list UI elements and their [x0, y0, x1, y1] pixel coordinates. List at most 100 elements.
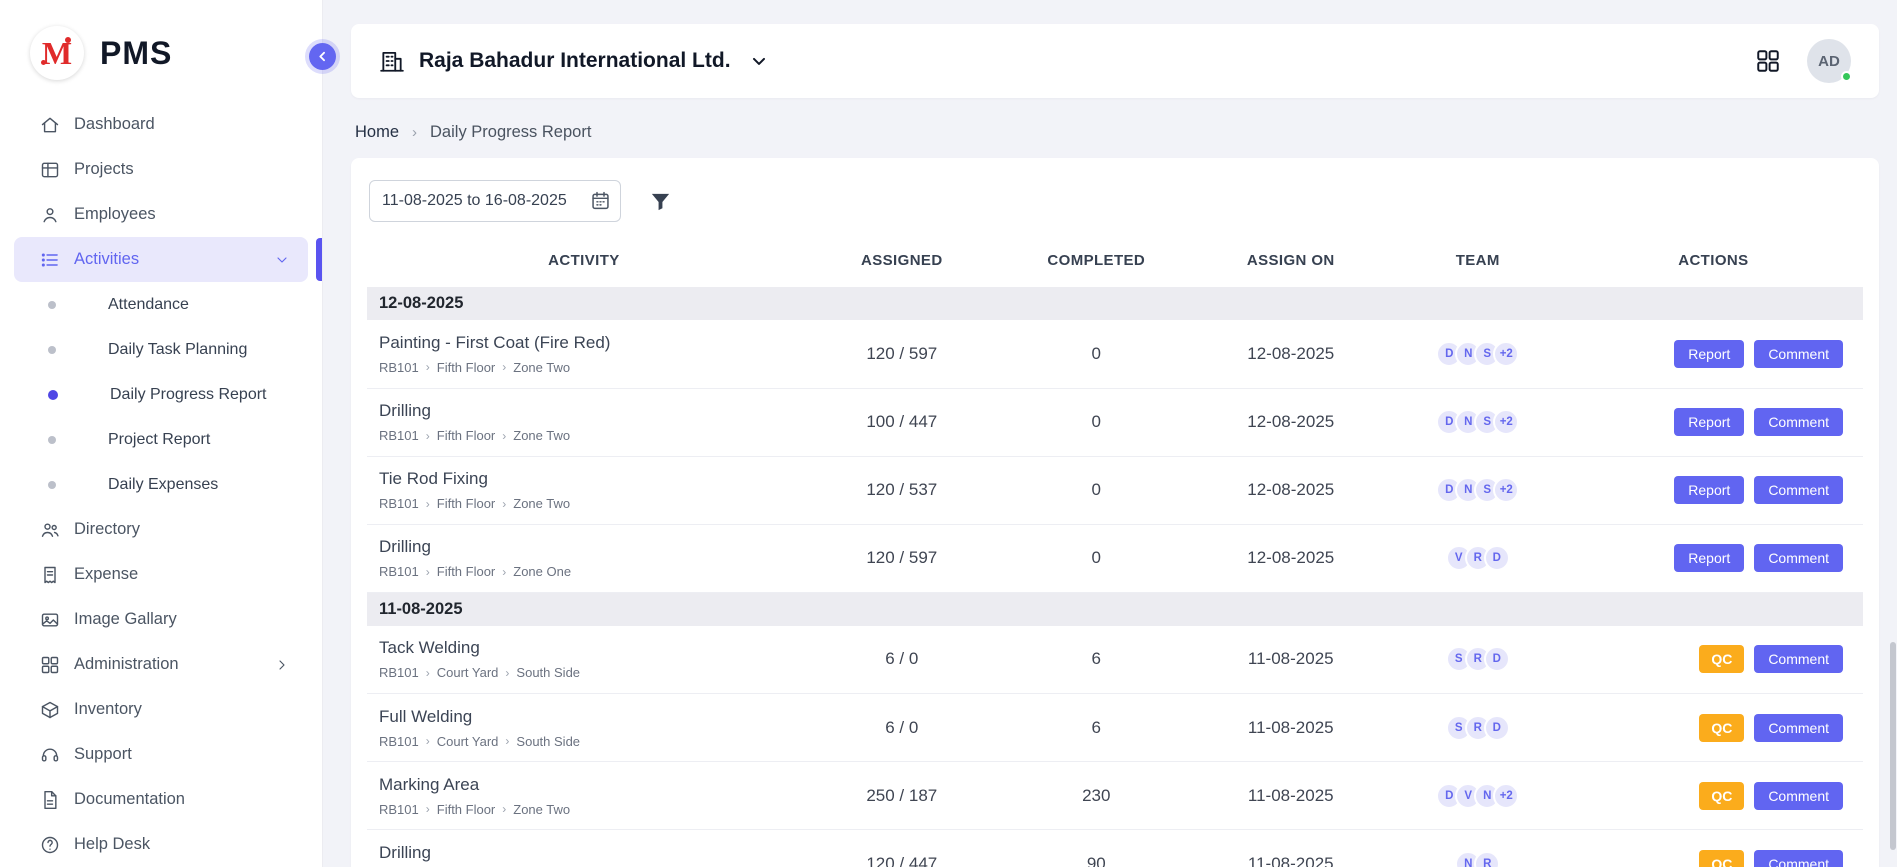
team-extra-count[interactable]: +2 [1493, 477, 1519, 503]
activity-location: RB101›Fifth Floor›Zone Two [379, 428, 793, 443]
comment-button[interactable]: Comment [1754, 408, 1843, 436]
sidebar-subitem-daily-expenses[interactable]: Daily Expenses [14, 462, 308, 507]
location-segment: Zone Two [513, 496, 570, 511]
row-actions: Report Comment [1572, 408, 1843, 436]
team-avatar[interactable]: D [1484, 715, 1510, 741]
administration-icon [40, 655, 60, 675]
team-extra-count[interactable]: +2 [1493, 409, 1519, 435]
sidebar-item-label: Support [74, 745, 132, 764]
date-group-row: 11-08-2025 [367, 592, 1863, 626]
sidebar-subitem-project-report[interactable]: Project Report [14, 417, 308, 462]
apps-grid-icon[interactable] [1755, 48, 1781, 74]
calendar-icon[interactable] [590, 190, 611, 211]
date-range-input[interactable] [369, 180, 621, 222]
comment-button[interactable]: Comment [1754, 714, 1843, 742]
team-extra-count[interactable]: +2 [1493, 341, 1519, 367]
sidebar-item-image-gallary[interactable]: Image Gallary [14, 597, 308, 642]
comment-button[interactable]: Comment [1754, 476, 1843, 504]
table-body: 12-08-2025Painting - First Coat (Fire Re… [367, 287, 1863, 867]
team-avatar[interactable]: D [1484, 545, 1510, 571]
assign-on-date: 11-08-2025 [1190, 830, 1392, 867]
sidebar-item-label: Administration [74, 655, 179, 674]
team-avatar[interactable]: D [1484, 646, 1510, 672]
progress-report-table: ACTIVITY ASSIGNED COMPLETED ASSIGN ON TE… [367, 240, 1863, 867]
dashboard-icon [40, 115, 60, 135]
sidebar-item-dashboard[interactable]: Dashboard [14, 102, 308, 147]
team-avatars: DNS+2 [1400, 409, 1556, 435]
app-logo[interactable]: M PMS [0, 0, 322, 80]
topbar: Raja Bahadur International Ltd. AD [351, 24, 1879, 98]
sidebar-item-projects[interactable]: Projects [14, 147, 308, 192]
comment-button[interactable]: Comment [1754, 544, 1843, 572]
filter-icon[interactable] [649, 190, 672, 213]
completed-value: 0 [1003, 524, 1190, 592]
topbar-right: AD [1755, 39, 1851, 83]
sidebar-subitem-daily-task-planning[interactable]: Daily Task Planning [14, 327, 308, 372]
team-avatars: DVN+2 [1400, 783, 1556, 809]
sidebar-item-label: Expense [74, 565, 138, 584]
report-button[interactable]: Report [1674, 544, 1744, 572]
comment-button[interactable]: Comment [1754, 850, 1843, 867]
user-avatar[interactable]: AD [1807, 39, 1851, 83]
sidebar-item-employees[interactable]: Employees [14, 192, 308, 237]
scrollbar-thumb[interactable] [1890, 642, 1896, 850]
comment-button[interactable]: Comment [1754, 782, 1843, 810]
date-group-row: 12-08-2025 [367, 287, 1863, 320]
row-actions: QC Comment [1572, 782, 1843, 810]
assigned-value: 100 / 447 [801, 388, 1003, 456]
sidebar-item-activities[interactable]: Activities [14, 237, 308, 282]
report-button[interactable]: Report [1674, 340, 1744, 368]
table-row: DrillingRB101›Fifth Floor›Zone Two120 / … [367, 830, 1863, 867]
comment-button[interactable]: Comment [1754, 645, 1843, 673]
location-segment: Fifth Floor [437, 564, 496, 579]
report-button[interactable]: Report [1674, 476, 1744, 504]
building-icon [379, 48, 405, 74]
location-segment: RB101 [379, 802, 419, 817]
sidebar-item-expense[interactable]: Expense [14, 552, 308, 597]
table-row: DrillingRB101›Fifth Floor›Zone Two100 / … [367, 388, 1863, 456]
chevron-right-icon: › [426, 565, 430, 579]
chevron-down-icon [749, 51, 769, 71]
sidebar-item-inventory[interactable]: Inventory [14, 687, 308, 732]
breadcrumb-home[interactable]: Home [355, 123, 399, 142]
team-extra-count[interactable]: +2 [1493, 783, 1519, 809]
completed-value: 0 [1003, 456, 1190, 524]
sidebar-subitem-attendance[interactable]: Attendance [14, 282, 308, 327]
assigned-value: 6 / 0 [801, 694, 1003, 762]
qc-button[interactable]: QC [1699, 850, 1744, 867]
company-selector[interactable]: Raja Bahadur International Ltd. [379, 48, 769, 74]
sidebar-item-support[interactable]: Support [14, 732, 308, 777]
qc-button[interactable]: QC [1699, 645, 1744, 673]
sidebar-item-administration[interactable]: Administration [14, 642, 308, 687]
activity-name: Drilling [379, 843, 793, 863]
sidebar-item-label: Documentation [74, 790, 185, 809]
row-actions: QC Comment [1572, 645, 1843, 673]
sidebar-item-documentation[interactable]: Documentation [14, 777, 308, 822]
sidebar-item-label: Inventory [74, 700, 142, 719]
scrollbar[interactable] [1889, 0, 1897, 867]
assign-on-date: 12-08-2025 [1190, 456, 1392, 524]
completed-value: 6 [1003, 626, 1190, 694]
bullet-icon [48, 481, 56, 489]
activity-name: Tack Welding [379, 638, 793, 658]
comment-button[interactable]: Comment [1754, 340, 1843, 368]
activity-name: Tie Rod Fixing [379, 469, 793, 489]
location-segment: Zone Two [513, 802, 570, 817]
assign-on-date: 12-08-2025 [1190, 524, 1392, 592]
sidebar-subitem-daily-progress-report[interactable]: Daily Progress Report [14, 372, 308, 417]
sidebar-item-directory[interactable]: Directory [14, 507, 308, 552]
team-avatar[interactable]: R [1474, 851, 1500, 867]
sidebar-item-label: Activities [74, 250, 139, 269]
qc-button[interactable]: QC [1699, 714, 1744, 742]
location-segment: South Side [516, 734, 580, 749]
qc-button[interactable]: QC [1699, 782, 1744, 810]
chevron-right-icon [274, 657, 290, 673]
table-row: Tack WeldingRB101›Court Yard›South Side6… [367, 626, 1863, 694]
assign-on-date: 11-08-2025 [1190, 694, 1392, 762]
col-team: TEAM [1392, 240, 1564, 287]
sidebar-item-help-desk[interactable]: Help Desk [14, 822, 308, 867]
assign-on-date: 11-08-2025 [1190, 626, 1392, 694]
sidebar-collapse-button[interactable] [309, 43, 336, 70]
logo-icon: M [30, 26, 84, 80]
report-button[interactable]: Report [1674, 408, 1744, 436]
